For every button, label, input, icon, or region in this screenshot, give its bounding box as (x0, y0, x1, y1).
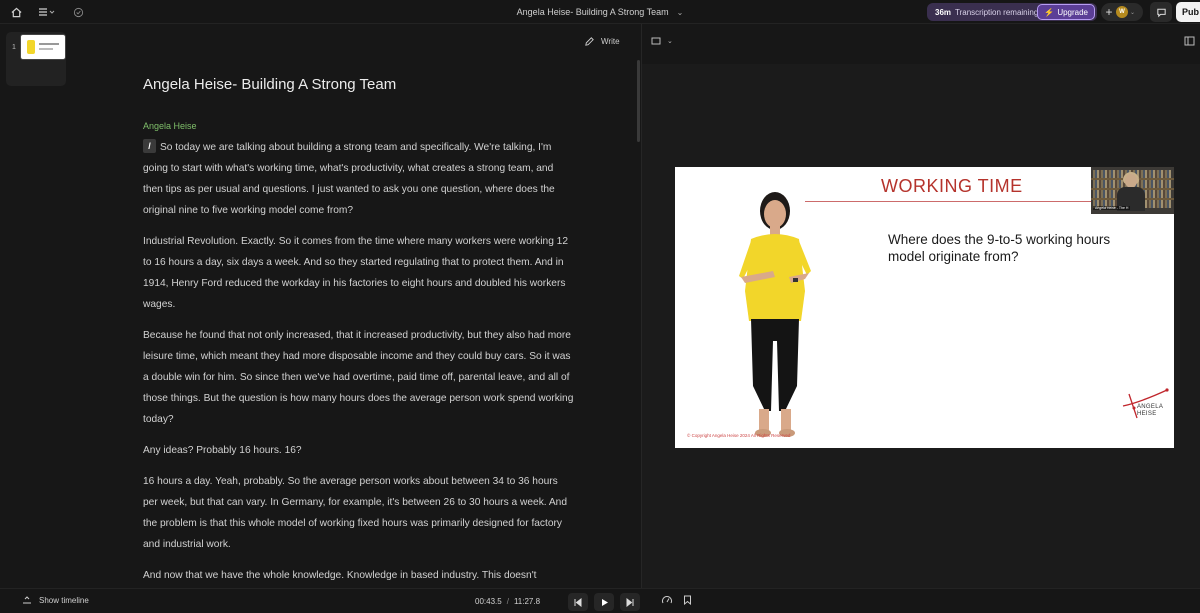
write-label: Write (601, 37, 620, 46)
transcript-paragraph[interactable]: Any ideas? Probably 16 hours. 16? (143, 440, 575, 461)
logo-line: ANGELA (1137, 404, 1164, 410)
transcription-label: Transcription remaining (955, 7, 1039, 17)
avatar: W (1116, 6, 1128, 18)
transcript-text: So today we are talking about building a… (143, 142, 555, 216)
menu-icon[interactable] (36, 4, 58, 20)
chevron-down-icon: ⌄ (667, 38, 673, 45)
logo-line: HEISE (1137, 410, 1157, 417)
transcript-paragraph[interactable]: And now that we have the whole knowledge… (143, 565, 575, 586)
video-canvas: WORKING TIME Where does the 9-to-5 worki… (642, 64, 1200, 588)
play-button[interactable] (594, 593, 614, 611)
speed-icon[interactable] (661, 595, 673, 607)
script-editor[interactable]: Angela Heise- Building A Strong Team Ang… (0, 64, 640, 588)
slide-question: Where does the 9-to-5 working hours mode… (888, 232, 1111, 264)
skip-forward-icon (626, 597, 634, 607)
transcript-paragraph[interactable]: Because he found that not only increased… (143, 325, 575, 430)
upgrade-label: Upgrade (1057, 7, 1088, 17)
top-bar: Angela Heise- Building A Strong Team ⌄ 36… (0, 0, 1200, 24)
transcript-paragraph[interactable]: / So today we are talking about building … (143, 137, 575, 221)
time-separator: / (506, 597, 509, 606)
aspect-ratio-icon (651, 37, 661, 45)
playback-time: 00:43.5 / 11:27.8 (475, 597, 540, 606)
skip-back-button[interactable] (568, 593, 588, 611)
current-time: 00:43.5 (475, 597, 502, 606)
panel-toggle-icon[interactable] (1184, 36, 1195, 48)
show-timeline-button[interactable]: Show timeline (22, 596, 89, 605)
script-scrollbar[interactable] (637, 60, 640, 142)
collaborators[interactable]: + W ⌄ (1101, 3, 1143, 21)
chevron-down-icon: ⌄ (676, 8, 684, 17)
plus-icon[interactable]: + (1104, 5, 1114, 19)
timeline-icon (23, 596, 31, 604)
write-mode-button[interactable]: Write (584, 36, 620, 47)
slide-title-rule (805, 201, 1091, 202)
layout-selector[interactable]: ⌄ (651, 37, 673, 45)
home-icon[interactable] (8, 4, 24, 20)
comments-button[interactable] (1150, 2, 1172, 22)
webcam-overlay[interactable]: Angela Heise - The H (1091, 167, 1174, 214)
presenter-figure (739, 192, 811, 437)
thumbnail-line (39, 48, 53, 50)
webcam-name-label: Angela Heise - The H (1093, 206, 1131, 210)
bookmark-icon[interactable] (683, 595, 692, 607)
playback-bar: Show timeline 00:43.5 / 11:27.8 (0, 588, 1200, 613)
thumbnail-figure (27, 40, 35, 54)
slide-title: WORKING TIME (881, 176, 1023, 196)
chat-bubble-icon (1156, 8, 1166, 17)
show-timeline-label: Show timeline (39, 596, 89, 605)
logo-text: ANGELA HEISE (1137, 404, 1163, 417)
upgrade-button[interactable]: ⚡ Upgrade (1037, 4, 1095, 20)
script-title[interactable]: Angela Heise- Building A Strong Team (143, 76, 575, 93)
document-title-text: Angela Heise- Building A Strong Team (516, 7, 669, 17)
lightning-icon: ⚡ (1044, 7, 1055, 17)
sync-status-icon[interactable] (70, 4, 86, 20)
skip-forward-button[interactable] (620, 593, 640, 611)
slide-copyright: © Copyright Angela Heise 2024 All Rights… (687, 433, 791, 438)
pen-icon (585, 37, 594, 46)
slide-preview[interactable]: WORKING TIME Where does the 9-to-5 worki… (675, 167, 1174, 448)
document-title[interactable]: Angela Heise- Building A Strong Team ⌄ (460, 0, 740, 24)
chevron-down-icon: ⌄ (1130, 9, 1136, 16)
transcript-paragraph[interactable]: Industrial Revolution. Exactly. So it co… (143, 231, 575, 315)
scene-thumbnail[interactable] (20, 34, 66, 60)
total-time: 11:27.8 (513, 597, 541, 606)
skip-back-icon (574, 597, 582, 607)
transcript-paragraph[interactable]: 16 hours a day. Yeah, probably. So the a… (143, 471, 575, 555)
transcription-minutes: 36m (935, 7, 952, 17)
scene-number: 1 (12, 44, 16, 51)
editor-toolbar: 1 Write ⌄ (0, 24, 1200, 86)
play-icon (601, 598, 608, 606)
speaker-label[interactable]: Angela Heise (143, 121, 575, 131)
thumbnail-line (39, 43, 59, 45)
scene-break-marker[interactable]: / (143, 139, 156, 153)
publish-button[interactable]: Pub (1176, 2, 1200, 22)
webcam-person-face (1125, 174, 1137, 188)
transcription-remaining-badge: 36m Transcription remaining ⚡ Upgrade (927, 3, 1097, 21)
